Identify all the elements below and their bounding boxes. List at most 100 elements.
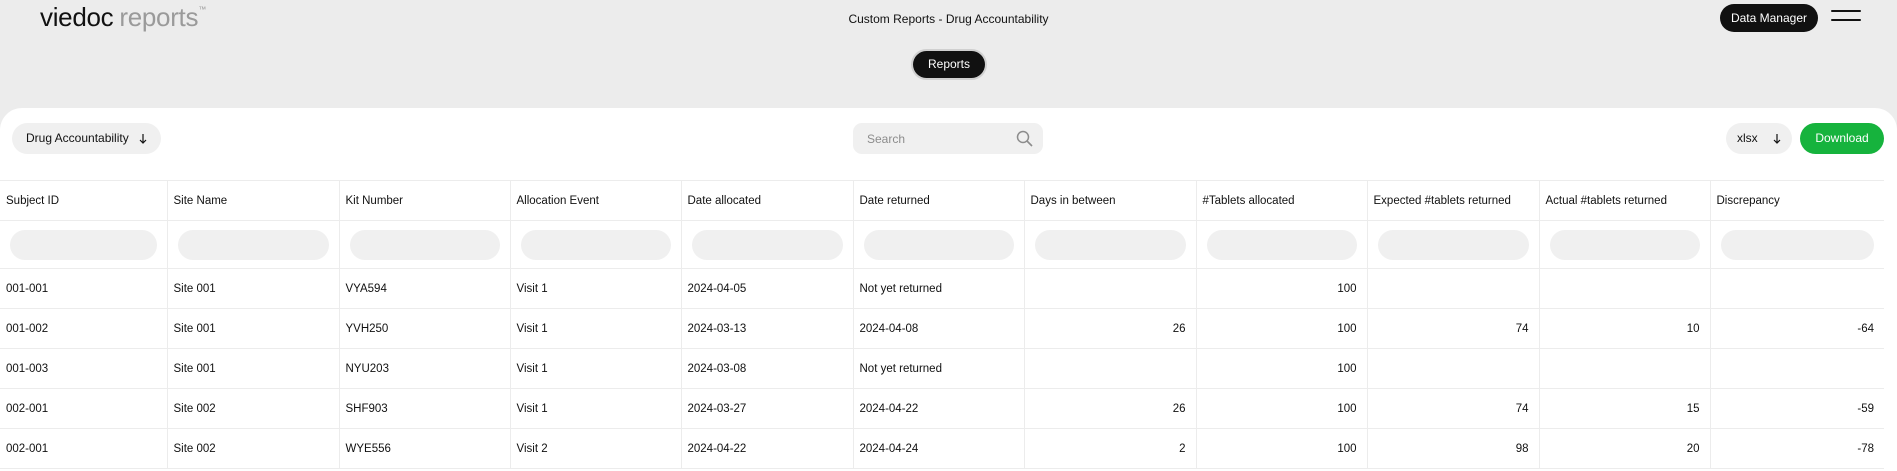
table-cell bbox=[1539, 268, 1711, 309]
table-cell: YVH250 bbox=[339, 308, 511, 349]
column-header[interactable]: Discrepancy bbox=[1710, 180, 1884, 221]
table-cell: Visit 1 bbox=[510, 388, 682, 429]
table-cell: 26 bbox=[1024, 388, 1197, 429]
table-cell: 2024-04-22 bbox=[853, 388, 1025, 429]
column-header[interactable]: Days in between bbox=[1024, 180, 1197, 221]
report-toolbar: Drug Accountability xlsx Download bbox=[0, 108, 1897, 180]
column-header[interactable]: Kit Number bbox=[339, 180, 511, 221]
table-cell: Site 001 bbox=[167, 308, 340, 349]
table-cell: 2024-03-13 bbox=[681, 308, 854, 349]
report-select[interactable]: Drug Accountability bbox=[12, 123, 161, 154]
table-cell bbox=[1710, 268, 1884, 309]
table-cell: VYA594 bbox=[339, 268, 511, 309]
table-cell: Not yet returned bbox=[853, 348, 1025, 389]
table-row: 001-001 Site 001 VYA594 Visit 1 2024-04-… bbox=[0, 268, 1884, 309]
search-box[interactable] bbox=[853, 123, 1043, 154]
column-filter-input[interactable] bbox=[1549, 229, 1700, 260]
table-cell: 20 bbox=[1539, 428, 1711, 469]
report-panel: Drug Accountability xlsx Download Subjec… bbox=[0, 108, 1897, 471]
reports-tab[interactable]: Reports bbox=[913, 51, 985, 78]
table-cell: 2 bbox=[1024, 428, 1197, 469]
column-header[interactable]: Date returned bbox=[853, 180, 1025, 221]
top-bar: viedoc reports™ Custom Reports - Drug Acc… bbox=[0, 0, 1897, 108]
table-row: 002-001 Site 002 SHF903 Visit 1 2024-03-… bbox=[0, 388, 1884, 429]
column-filter-input[interactable] bbox=[1720, 229, 1874, 260]
table-cell: Site 001 bbox=[167, 268, 340, 309]
table-cell: 100 bbox=[1196, 268, 1368, 309]
table-cell: 100 bbox=[1196, 388, 1368, 429]
column-filter-input[interactable] bbox=[1206, 229, 1357, 260]
table-cell: Site 002 bbox=[167, 388, 340, 429]
format-select[interactable]: xlsx bbox=[1726, 123, 1792, 154]
arrow-down-icon bbox=[1773, 133, 1781, 144]
table-cell: Visit 1 bbox=[510, 308, 682, 349]
table-row: 001-002 Site 001 YVH250 Visit 1 2024-03-… bbox=[0, 308, 1884, 349]
table-cell bbox=[1024, 348, 1197, 389]
page-title: Custom Reports - Drug Accountability bbox=[848, 12, 1049, 26]
column-filter-input[interactable] bbox=[520, 229, 671, 260]
table-cell: 2024-04-05 bbox=[681, 268, 854, 309]
column-header[interactable]: Subject ID bbox=[0, 180, 168, 221]
column-filter-input[interactable] bbox=[1377, 229, 1529, 260]
table-cell: WYE556 bbox=[339, 428, 511, 469]
column-header[interactable]: Date allocated bbox=[681, 180, 854, 221]
table-cell: -78 bbox=[1710, 428, 1884, 469]
table-cell bbox=[1367, 348, 1540, 389]
arrow-down-icon bbox=[139, 133, 147, 144]
table-cell: 002-001 bbox=[0, 428, 168, 469]
table-cell: 100 bbox=[1196, 428, 1368, 469]
column-header[interactable]: Site Name bbox=[167, 180, 340, 221]
column-header[interactable]: Expected #tablets returned bbox=[1367, 180, 1540, 221]
table-cell: NYU203 bbox=[339, 348, 511, 389]
table-cell: 001-002 bbox=[0, 308, 168, 349]
table-cell: -59 bbox=[1710, 388, 1884, 429]
column-header[interactable]: #Tablets allocated bbox=[1196, 180, 1368, 221]
table-cell bbox=[1539, 348, 1711, 389]
table-cell: 001-003 bbox=[0, 348, 168, 389]
table-cell: 100 bbox=[1196, 348, 1368, 389]
table-cell: 001-001 bbox=[0, 268, 168, 309]
table-row: 001-003 Site 001 NYU203 Visit 1 2024-03-… bbox=[0, 348, 1884, 389]
table-cell bbox=[1710, 348, 1884, 389]
table-cell: Not yet returned bbox=[853, 268, 1025, 309]
table-cell: 26 bbox=[1024, 308, 1197, 349]
column-header[interactable]: Actual #tablets returned bbox=[1539, 180, 1711, 221]
column-filter-input[interactable] bbox=[177, 229, 329, 260]
table-cell: 2024-04-22 bbox=[681, 428, 854, 469]
hamburger-menu-icon[interactable] bbox=[1831, 10, 1861, 26]
table-row: 002-001 Site 002 WYE556 Visit 2 2024-04-… bbox=[0, 428, 1884, 469]
table-cell: Site 002 bbox=[167, 428, 340, 469]
table-cell bbox=[1024, 268, 1197, 309]
table-cell: 10 bbox=[1539, 308, 1711, 349]
format-value: xlsx bbox=[1737, 131, 1758, 145]
table-cell: Site 001 bbox=[167, 348, 340, 389]
table-cell: -64 bbox=[1710, 308, 1884, 349]
column-filter-input[interactable] bbox=[10, 229, 157, 260]
table-cell: 2024-03-08 bbox=[681, 348, 854, 389]
table-cell: 98 bbox=[1367, 428, 1540, 469]
table-cell: Visit 1 bbox=[510, 268, 682, 309]
column-filter-input[interactable] bbox=[863, 229, 1014, 260]
table-cell: 2024-03-27 bbox=[681, 388, 854, 429]
column-filter-input[interactable] bbox=[691, 229, 843, 260]
column-header[interactable]: Allocation Event bbox=[510, 180, 682, 221]
table-cell: SHF903 bbox=[339, 388, 511, 429]
table-cell: 74 bbox=[1367, 388, 1540, 429]
filter-row bbox=[0, 220, 1884, 269]
table-cell bbox=[1367, 268, 1540, 309]
search-input[interactable] bbox=[867, 123, 1007, 154]
column-header-row: Subject ID Site Name Kit Number Allocati… bbox=[0, 180, 1884, 221]
search-icon[interactable] bbox=[1016, 130, 1033, 147]
report-select-label: Drug Accountability bbox=[26, 131, 129, 145]
column-filter-input[interactable] bbox=[1034, 229, 1186, 260]
download-button[interactable]: Download bbox=[1800, 123, 1884, 154]
column-filter-input[interactable] bbox=[349, 229, 500, 260]
table-cell: 002-001 bbox=[0, 388, 168, 429]
table-cell: 100 bbox=[1196, 308, 1368, 349]
table-cell: Visit 1 bbox=[510, 348, 682, 389]
table-cell: 2024-04-08 bbox=[853, 308, 1025, 349]
table-cell: Visit 2 bbox=[510, 428, 682, 469]
role-button[interactable]: Data Manager bbox=[1719, 4, 1818, 32]
table-cell: 2024-04-24 bbox=[853, 428, 1025, 469]
drug-accountability-table: Subject ID Site Name Kit Number Allocati… bbox=[0, 180, 1884, 469]
